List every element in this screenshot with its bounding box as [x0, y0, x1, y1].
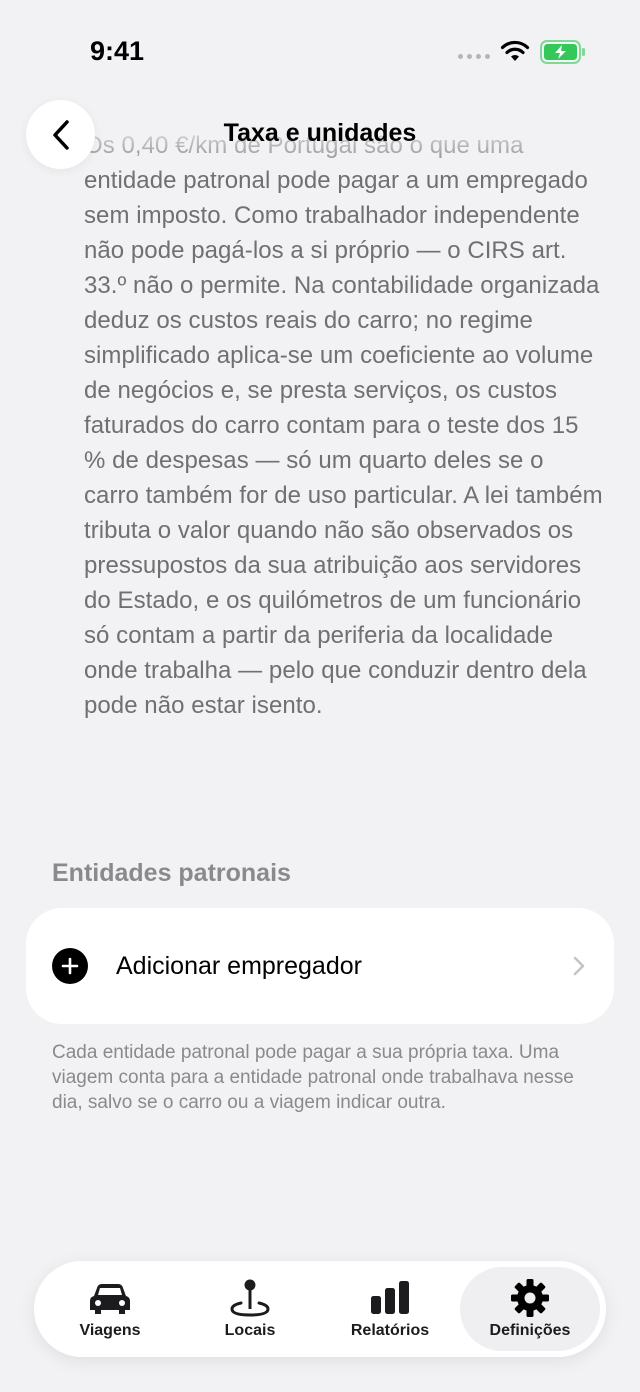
- tab-reports-label: Relatórios: [350, 1322, 430, 1339]
- plus-circle-icon: [52, 948, 88, 984]
- battery-charging-icon: [540, 40, 585, 64]
- tab-trips[interactable]: Viagens: [40, 1267, 180, 1351]
- tab-trips-label: Viagens: [79, 1322, 141, 1339]
- tab-settings[interactable]: Definições: [460, 1267, 600, 1351]
- wifi-icon: [500, 40, 530, 61]
- bar-chart-icon: [371, 1281, 409, 1314]
- add-employer-button[interactable]: Adicionar empregador: [26, 908, 614, 1024]
- tab-places[interactable]: Locais: [180, 1267, 320, 1351]
- page-title: Taxa e unidades: [223, 119, 417, 147]
- employers-section-title: Entidades patronais: [52, 859, 291, 887]
- location-pin-icon: [230, 1279, 270, 1317]
- status-bar: 9:41: [0, 0, 640, 100]
- tab-places-label: Locais: [224, 1322, 276, 1339]
- tab-settings-label: Definições: [489, 1322, 571, 1339]
- tab-bar: Viagens Locais Relatórios Definições: [34, 1261, 606, 1357]
- cellular-icon: [458, 54, 490, 59]
- add-employer-label: Adicionar empregador: [116, 951, 362, 980]
- tax-info-text: Os 0,40 €/km de Portugal são o que uma e…: [84, 132, 603, 719]
- car-icon: [90, 1284, 130, 1314]
- employers-footnote: Cada entidade patronal pode pagar a sua …: [52, 1042, 574, 1113]
- status-time: 9:41: [90, 36, 145, 66]
- tab-reports[interactable]: Relatórios: [320, 1267, 460, 1351]
- chevron-right-icon: [573, 956, 585, 976]
- gear-icon: [511, 1279, 549, 1317]
